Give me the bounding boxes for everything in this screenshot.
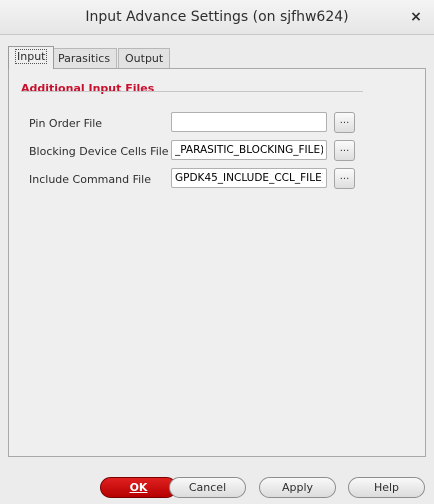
close-icon[interactable]: × [406, 6, 426, 28]
cancel-button-label: Cancel [188, 481, 227, 494]
pin-order-file-label: Pin Order File [29, 117, 103, 130]
apply-button-label: Apply [281, 481, 314, 494]
pin-order-file-field[interactable] [171, 112, 327, 132]
tab-parasitics[interactable]: Parasitics [51, 48, 118, 68]
ok-button[interactable]: OK [100, 477, 177, 498]
cancel-button[interactable]: Cancel [169, 477, 246, 498]
include-command-file-field[interactable] [171, 168, 327, 188]
blocking-device-cells-file-label: Blocking Device Cells File [29, 145, 169, 158]
help-button[interactable]: Help [348, 477, 425, 498]
title-bar: Input Advance Settings (on sjfhw624) × [0, 0, 434, 35]
tab-output[interactable]: Output [118, 48, 171, 68]
pin-order-file-browse-button[interactable]: ... [334, 112, 355, 133]
input-tab-panel: Additional Input Files Pin Order File ..… [8, 68, 426, 457]
tab-input-label: Input [15, 49, 48, 64]
blocking-device-cells-file-browse-button[interactable]: ... [334, 140, 355, 161]
tab-output-label: Output [125, 52, 164, 65]
include-command-file-browse-button[interactable]: ... [334, 168, 355, 189]
include-command-file-label: Include Command File [29, 173, 151, 186]
window-title: Input Advance Settings (on sjfhw624) [85, 9, 349, 25]
section-title: Additional Input Files [21, 82, 155, 95]
tab-input[interactable]: Input [8, 46, 55, 69]
tab-parasitics-label: Parasitics [58, 52, 111, 65]
section-divider [21, 91, 363, 92]
apply-button[interactable]: Apply [259, 477, 336, 498]
ok-button-label: OK [129, 481, 148, 494]
help-button-label: Help [373, 481, 400, 494]
blocking-device-cells-file-field[interactable] [171, 140, 327, 160]
